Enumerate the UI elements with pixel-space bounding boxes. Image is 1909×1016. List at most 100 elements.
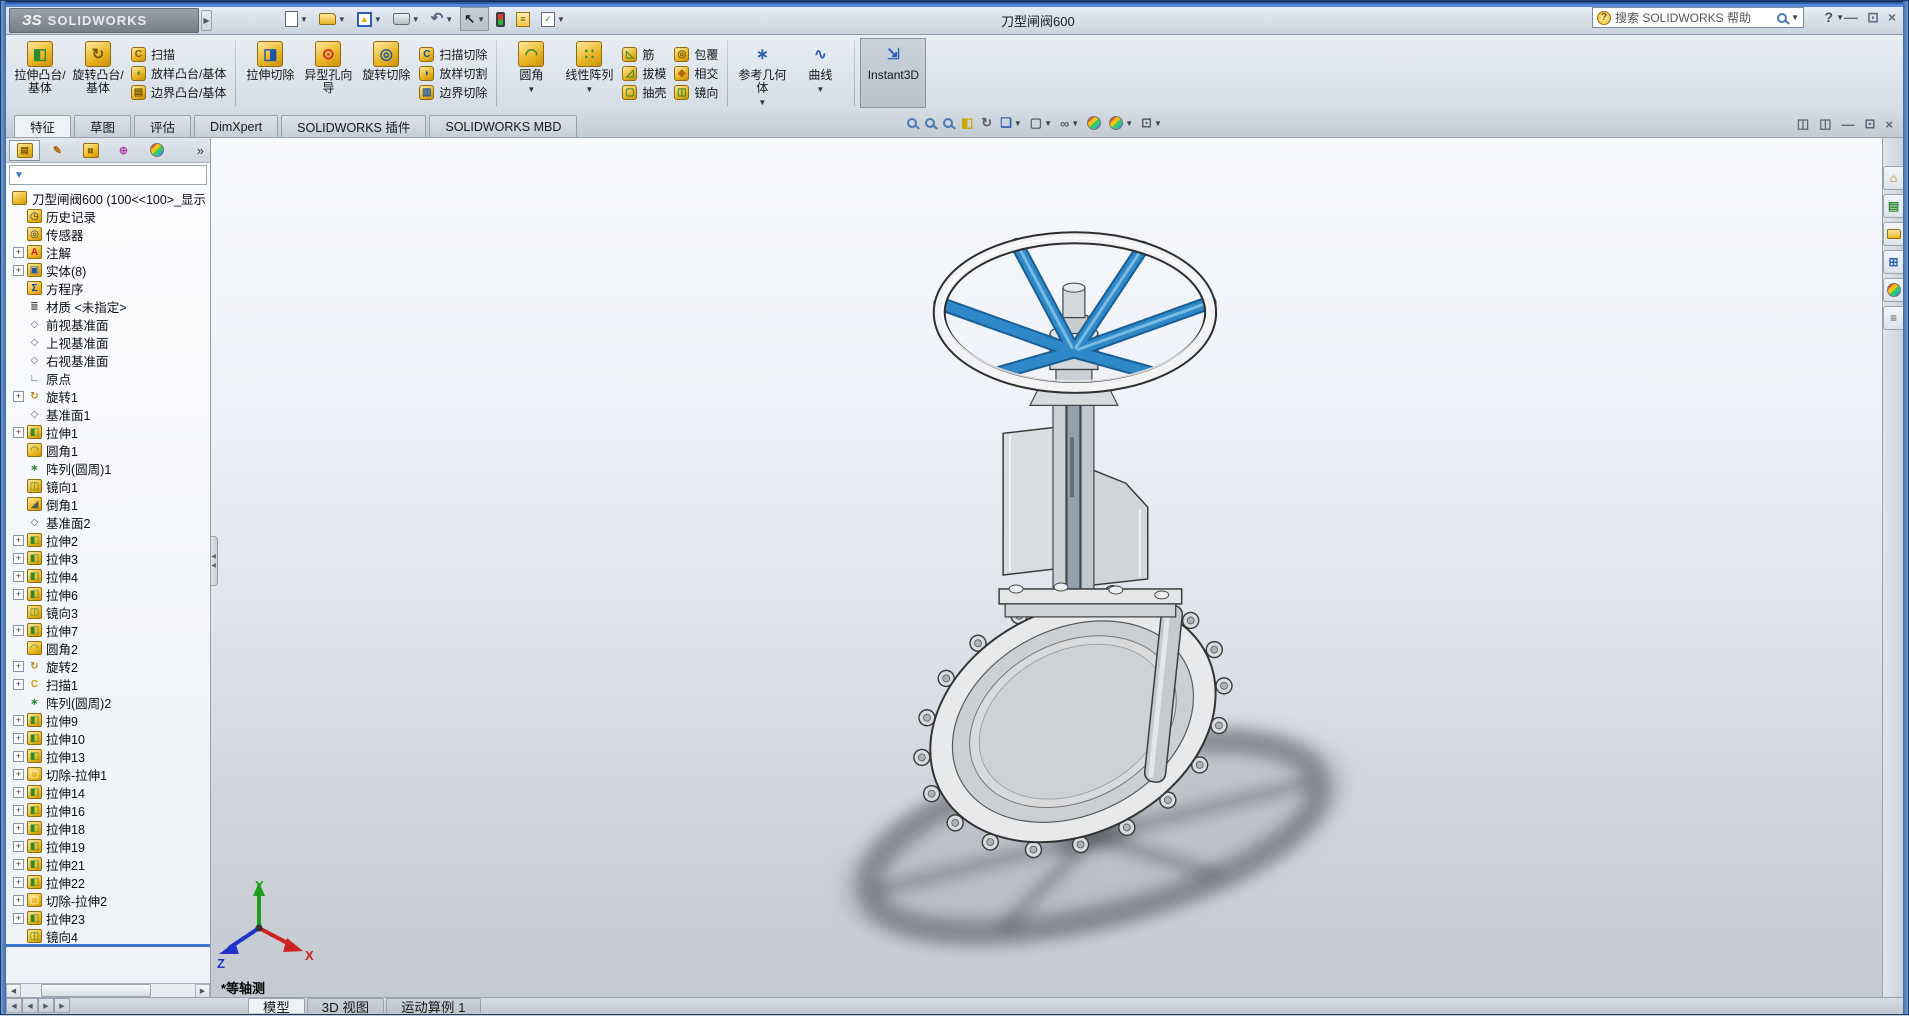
command-tab[interactable]: SOLIDWORKS MBD — [429, 115, 577, 137]
dropdown-arrow-icon[interactable]: ▼ — [300, 15, 308, 24]
view-settings-button[interactable]: ⊡▼ — [1138, 114, 1165, 132]
tree-expander[interactable]: + — [13, 589, 24, 600]
tree-item[interactable]: ◢倒角1 — [6, 495, 210, 513]
draft-button[interactable]: ◿拔模 — [618, 65, 670, 82]
hscroll-right-arrow[interactable]: ▶ — [195, 984, 210, 998]
view-orientation-button[interactable]: ❏▼ — [997, 114, 1025, 132]
tree-item[interactable]: +↻旋转1 — [6, 387, 210, 405]
search-input[interactable] — [1615, 11, 1773, 25]
tree-item[interactable]: +◧拉伸9 — [6, 711, 210, 729]
tree-expander[interactable]: + — [13, 391, 24, 402]
tree-item[interactable]: +◧拉伸18 — [6, 819, 210, 837]
menu-expand-arrow[interactable]: ▶ — [201, 10, 212, 31]
tree-expander[interactable]: + — [13, 625, 24, 636]
dropdown-arrow-icon[interactable]: ▼ — [338, 15, 346, 24]
tree-item[interactable]: +▢切除-拉伸1 — [6, 765, 210, 783]
tree-item[interactable]: ∗阵列(圆周)2 — [6, 693, 210, 711]
search-icon[interactable] — [1777, 13, 1787, 23]
previous-tab-button[interactable]: ◀ — [22, 998, 38, 1013]
tree-item[interactable]: ◷历史记录 — [6, 207, 210, 225]
doc-close-button[interactable]: × — [1885, 116, 1893, 132]
design-library-tab[interactable]: ▤ — [1883, 194, 1904, 218]
featuremanager-overflow-button[interactable]: » — [197, 143, 207, 158]
panel-splitter-handle[interactable]: ◀◀ — [211, 536, 218, 586]
tree-item[interactable]: ◇前视基准面 — [6, 315, 210, 333]
dropdown-arrow-icon[interactable]: ▼ — [1044, 119, 1052, 128]
tree-expander[interactable]: + — [13, 877, 24, 888]
section-view-button[interactable]: ◧ — [958, 114, 976, 132]
tree-item[interactable]: ◇基准面1 — [6, 405, 210, 423]
tree-expander[interactable]: + — [13, 895, 24, 906]
tree-item[interactable]: +◧拉伸10 — [6, 729, 210, 747]
lofted-cut-button[interactable]: ◗放样切割 — [415, 65, 491, 82]
tree-item[interactable]: +↻旋转2 — [6, 657, 210, 675]
tree-item[interactable]: ◎传感器 — [6, 225, 210, 243]
propertymanager-tab[interactable]: ✎ — [42, 140, 73, 161]
tree-item[interactable]: ◇右视基准面 — [6, 351, 210, 369]
rotate-view-button[interactable]: ↻ — [978, 114, 995, 132]
rebuild-traffic-light-button[interactable] — [492, 7, 509, 31]
wrap-button[interactable]: ◎包覆 — [670, 46, 722, 63]
view-palette-tab[interactable]: ⊞ — [1883, 250, 1904, 274]
dropdown-arrow-icon[interactable]: ▼ — [758, 96, 766, 109]
tree-expander[interactable]: + — [13, 661, 24, 672]
doc-restore-button[interactable]: ⊡ — [1865, 116, 1876, 132]
tree-item[interactable]: +◧拉伸1 — [6, 423, 210, 441]
feature-tree-root[interactable]: 刀型闸阀600 (100<<100>_显示 — [6, 189, 210, 207]
tree-expander[interactable]: + — [13, 247, 24, 258]
first-tab-button[interactable]: ◀ — [6, 998, 22, 1013]
open-document-button[interactable]: ▼ — [315, 7, 350, 31]
zoom-to-area-button[interactable] — [922, 117, 938, 129]
maximize-button[interactable]: ⊡ — [1867, 8, 1879, 26]
tree-expander[interactable]: + — [13, 733, 24, 744]
tree-expander[interactable]: + — [13, 679, 24, 690]
extrude-boss-button[interactable]: ◧拉伸凸台/基体 — [11, 38, 69, 108]
tree-expander[interactable]: + — [13, 913, 24, 924]
tree-item[interactable]: ◠圆角1 — [6, 441, 210, 459]
hscroll-left-arrow[interactable]: ◀ — [6, 984, 21, 998]
dropdown-arrow-icon[interactable]: ▼ — [445, 15, 453, 24]
next-tab-button[interactable]: ▶ — [38, 998, 54, 1013]
dropdown-arrow-icon[interactable]: ▼ — [585, 83, 593, 96]
model-3d-knife-gate-valve[interactable] — [211, 138, 1882, 998]
rib-button[interactable]: ◺筋 — [618, 46, 670, 63]
tree-item[interactable]: ◫镜向1 — [6, 477, 210, 495]
tree-expander[interactable]: + — [13, 553, 24, 564]
tree-item[interactable]: ◫镜向3 — [6, 603, 210, 621]
tree-expander[interactable]: + — [13, 787, 24, 798]
tree-item[interactable]: ◠圆角2 — [6, 639, 210, 657]
tree-expander[interactable]: + — [13, 427, 24, 438]
dropdown-arrow-icon[interactable]: ▼ — [374, 15, 382, 24]
tree-item[interactable]: +▢切除-拉伸2 — [6, 891, 210, 909]
search-dropdown-arrow[interactable]: ▼ — [1791, 13, 1799, 22]
featuremanager-design-tree-tab[interactable]: ▤ — [9, 140, 40, 161]
appearances-scenes-tab[interactable] — [1883, 278, 1904, 302]
tree-item[interactable]: +◧拉伸4 — [6, 567, 210, 585]
pane-left-icon[interactable]: ◫ — [1797, 116, 1809, 132]
linear-pattern-button[interactable]: ∷线性阵列▼ — [560, 38, 618, 108]
sweep-button[interactable]: C扫描 — [127, 46, 230, 63]
tree-expander[interactable]: + — [13, 823, 24, 834]
curves-button[interactable]: ∿曲线▼ — [791, 38, 849, 108]
last-tab-button[interactable]: ▶ — [54, 998, 70, 1013]
boundary-boss-button[interactable]: ▤边界凸台/基体 — [127, 84, 230, 101]
minimize-button[interactable]: — — [1844, 8, 1858, 26]
tree-expander[interactable]: + — [13, 265, 24, 276]
dropdown-arrow-icon[interactable]: ▼ — [527, 83, 535, 96]
display-style-button[interactable]: ▢▼ — [1027, 114, 1055, 132]
tree-item[interactable]: +◧拉伸2 — [6, 531, 210, 549]
hscroll-thumb[interactable] — [41, 984, 151, 997]
tree-item[interactable]: Σ方程序 — [6, 279, 210, 297]
solidworks-resources-tab[interactable]: ⌂ — [1883, 166, 1904, 190]
undo-button[interactable]: ↶▼ — [427, 7, 458, 31]
doc-minimize-button[interactable]: — — [1842, 116, 1855, 132]
tree-expander[interactable]: + — [13, 769, 24, 780]
extruded-cut-button[interactable]: ◨拉伸切除 — [241, 38, 299, 108]
dropdown-arrow-icon[interactable]: ▼ — [1071, 119, 1079, 128]
dropdown-arrow-icon[interactable]: ▼ — [412, 15, 420, 24]
hscroll-track[interactable] — [21, 984, 195, 998]
tree-item[interactable]: +◧拉伸14 — [6, 783, 210, 801]
tree-expander[interactable]: + — [13, 571, 24, 582]
tree-item[interactable]: +▣实体(8) — [6, 261, 210, 279]
tree-item[interactable]: ≣材质 <未指定> — [6, 297, 210, 315]
